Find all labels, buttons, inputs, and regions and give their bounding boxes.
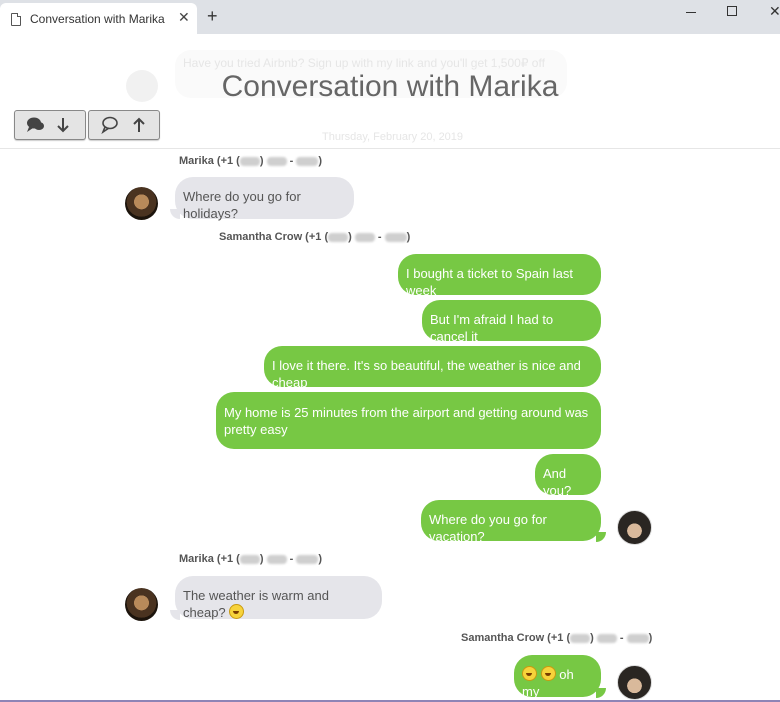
faded-message-text: Have you tried Airbnb? Sign up with my l… [183, 56, 545, 70]
message-text: Where do you go for holidays? [183, 189, 301, 221]
sender-label-samantha: Samantha Crow (+1 () - ) [461, 632, 653, 644]
avatar-samantha [617, 665, 652, 700]
redacted-phone [266, 554, 287, 564]
redacted-phone [296, 156, 319, 166]
close-tab-icon[interactable]: ✕ [178, 9, 190, 26]
message-incoming: Where do you go for holidays? [175, 177, 354, 221]
message-outgoing: Where do you go for vacation? [421, 500, 601, 544]
message-outgoing: But I'm afraid I had to cancel it [422, 300, 601, 344]
message-outgoing: My home is 25 minutes from the airport a… [216, 392, 601, 449]
scroll-up-button[interactable] [88, 110, 160, 140]
minimize-window-icon[interactable] [686, 12, 696, 13]
document-icon [11, 13, 21, 26]
conversation-page: Have you tried Airbnb? Sign up with my l… [0, 34, 780, 702]
laughing-tears-emoji-icon [522, 666, 537, 681]
chat-bubbles-arrow-up-icon [101, 116, 145, 134]
sender-label-marika: Marika (+1 () - ) [179, 155, 323, 167]
close-window-icon[interactable]: ✕ [769, 3, 780, 20]
message-outgoing: I love it there. It's so beautiful, the … [264, 346, 601, 390]
redacted-phone [266, 156, 287, 166]
redacted-phone [239, 554, 260, 564]
header-divider [0, 148, 780, 149]
redacted-phone [296, 554, 319, 564]
redacted-phone [596, 633, 617, 643]
avatar-marika [125, 588, 158, 621]
browser-tab-bar: Conversation with Marika ✕ + ✕ [0, 0, 780, 34]
redacted-phone [626, 633, 649, 643]
message-text: Where do you go for vacation? [429, 512, 547, 544]
page-title: Conversation with Marika [221, 70, 559, 103]
message-text: I love it there. It's so beautiful, the … [272, 358, 581, 390]
message-text: But I'm afraid I had to cancel it [430, 312, 554, 344]
message-text: My home is 25 minutes from the airport a… [224, 405, 589, 437]
message-text: And you? [543, 466, 572, 498]
tab-title: Conversation with Marika [30, 12, 165, 26]
message-outgoing: And you? [535, 454, 601, 498]
redacted-phone [328, 232, 349, 242]
message-outgoing: I bought a ticket to Spain last week [398, 254, 601, 298]
faded-date-label: Thursday, February 20, 2019 [322, 131, 464, 143]
redacted-phone [384, 232, 407, 242]
message-outgoing: oh my [514, 655, 601, 699]
message-text: The weather is warm and cheap? [183, 588, 329, 620]
sender-label-samantha: Samantha Crow (+1 () - ) [219, 231, 411, 243]
maximize-window-icon[interactable] [727, 6, 737, 16]
redacted-phone [239, 156, 260, 166]
laughing-tears-emoji-icon [540, 666, 556, 681]
avatar-samantha [617, 510, 652, 545]
browser-tab[interactable]: Conversation with Marika ✕ [0, 3, 197, 34]
new-tab-button[interactable]: + [207, 6, 218, 27]
sender-label-marika: Marika (+1 () - ) [179, 553, 323, 565]
message-incoming: The weather is warm and cheap? [175, 576, 382, 620]
message-text: I bought a ticket to Spain last week [406, 266, 573, 298]
redacted-phone [354, 232, 375, 242]
avatar-marika [125, 187, 158, 220]
redacted-phone [570, 633, 591, 643]
surprised-face-emoji-icon [229, 604, 245, 619]
scroll-down-button[interactable] [14, 110, 86, 140]
chat-bubbles-arrow-down-icon [27, 117, 69, 133]
